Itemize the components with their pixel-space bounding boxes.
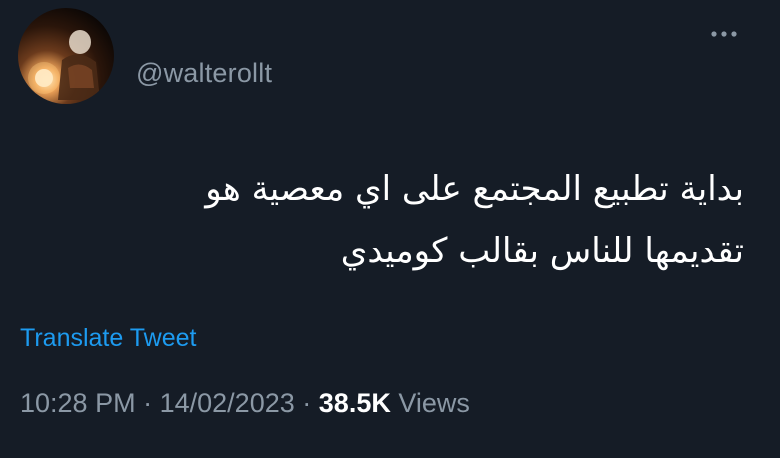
- tweet-date[interactable]: 14/02/2023: [160, 388, 295, 418]
- tweet-text-line: تقديمها للناس بقالب كوميدي: [340, 231, 744, 271]
- profile-photo-icon: [28, 30, 100, 100]
- tweet-text-line: بداية تطبيع المجتمع على اي معصية هو: [205, 169, 744, 209]
- separator: ·: [302, 388, 312, 418]
- user-handle[interactable]: @walterollt: [136, 58, 272, 89]
- tweet-text: بداية تطبيع المجتمع على اي معصية هو تقدي…: [44, 158, 744, 282]
- tweet-metadata: 10:28 PM · 14/02/2023 · 38.5K Views: [20, 388, 470, 419]
- translate-tweet-link[interactable]: Translate Tweet: [20, 324, 196, 353]
- separator: ·: [143, 388, 153, 418]
- more-options-button[interactable]: [706, 24, 746, 44]
- tweet-card: @walterollt بداية تطبيع المجتمع على اي م…: [0, 0, 780, 458]
- views-label: Views: [398, 388, 470, 418]
- views-count: 38.5K: [318, 388, 391, 418]
- tweet-time[interactable]: 10:28 PM: [20, 388, 136, 418]
- ellipsis-icon: [711, 31, 737, 37]
- avatar[interactable]: [18, 8, 114, 104]
